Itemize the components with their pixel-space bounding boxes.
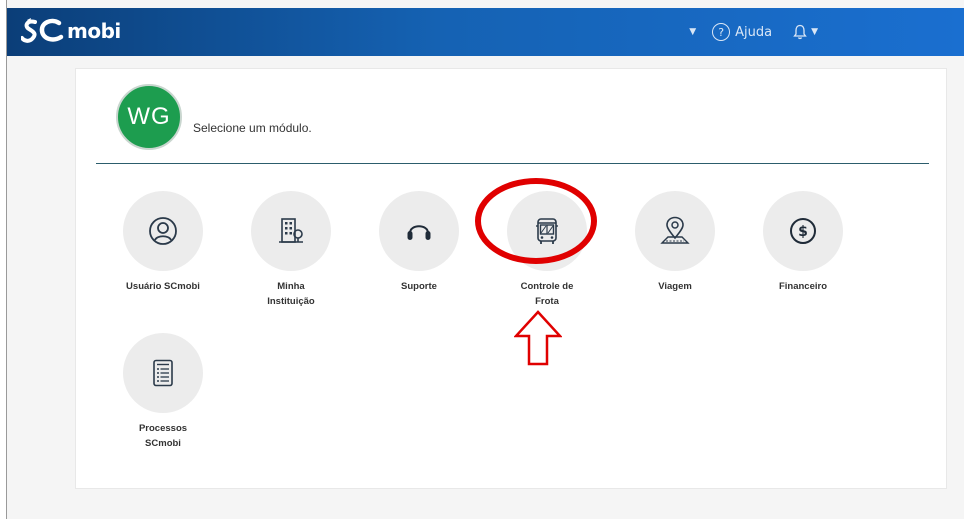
module-label-line2: Frota <box>535 296 559 307</box>
module-label: Viagem <box>605 279 745 294</box>
module-usuario-scmobi[interactable]: Usuário SCmobi <box>93 191 233 294</box>
map-pin-icon <box>660 216 690 244</box>
module-label-line1: Minha <box>277 281 305 292</box>
bell-icon <box>793 24 807 40</box>
module-label-line2: Instituição <box>267 296 315 307</box>
top-navbar: mobi ▼ ? Ajuda ▼ <box>7 8 964 56</box>
user-circle-icon <box>149 217 177 245</box>
module-label: Financeiro <box>733 279 873 294</box>
module-icon-circle <box>123 333 203 413</box>
module-minha-instituicao[interactable]: Minha Instituição <box>221 191 361 309</box>
select-module-prompt: Selecione um módulo. <box>193 121 312 135</box>
module-label-line1: Viagem <box>658 281 692 292</box>
module-label: Usuário SCmobi <box>93 279 233 294</box>
red-up-arrow-icon <box>514 310 562 366</box>
brand-text: mobi <box>67 19 121 43</box>
module-icon-circle <box>635 191 715 271</box>
question-circle-icon: ? <box>712 23 731 41</box>
module-label-line1: Usuário SCmobi <box>126 281 200 292</box>
module-label: Processos SCmobi <box>93 421 233 451</box>
header-divider <box>96 163 929 164</box>
red-highlight-circle <box>475 178 597 264</box>
module-label-line2: SCmobi <box>145 438 181 449</box>
module-label: Suporte <box>349 279 489 294</box>
module-label-line1: Suporte <box>401 281 437 292</box>
caret-down-icon[interactable]: ▼ <box>689 27 696 37</box>
svg-text:$: $ <box>798 224 808 240</box>
navbar-right: ▼ ? Ajuda ▼ <box>689 21 818 43</box>
building-icon <box>279 218 303 243</box>
module-icon-circle <box>379 191 459 271</box>
module-label-line1: Controle de <box>520 281 574 292</box>
module-processos-scmobi[interactable]: Processos SCmobi <box>93 333 233 451</box>
bell-caret-down-icon: ▼ <box>811 27 818 37</box>
module-financeiro[interactable]: $ Financeiro <box>733 191 873 294</box>
headset-icon <box>407 225 431 240</box>
module-selection-card: WG Selecione um módulo. Usuário SCmobi M… <box>75 68 947 489</box>
module-viagem[interactable]: Viagem <box>605 191 745 294</box>
module-suporte[interactable]: Suporte <box>349 191 489 294</box>
module-label-line1: Financeiro <box>778 281 828 292</box>
module-icon-circle <box>123 191 203 271</box>
notifications-button[interactable]: ▼ <box>792 24 818 40</box>
module-icon-circle <box>251 191 331 271</box>
module-label: Controle de Frota <box>477 279 617 309</box>
checklist-icon <box>153 359 173 387</box>
module-icon-circle: $ <box>763 191 843 271</box>
help-label: Ajuda <box>735 24 773 40</box>
logo-mark-icon <box>21 18 64 43</box>
module-label-line1: Processos <box>138 423 188 434</box>
dollar-circle-icon: $ <box>790 218 816 244</box>
scmobi-logo[interactable]: mobi <box>21 14 121 48</box>
user-avatar[interactable]: WG <box>116 84 182 150</box>
window-left-edge <box>0 0 7 519</box>
help-link[interactable]: ? Ajuda <box>712 23 772 41</box>
module-label: Minha Instituição <box>221 279 361 309</box>
